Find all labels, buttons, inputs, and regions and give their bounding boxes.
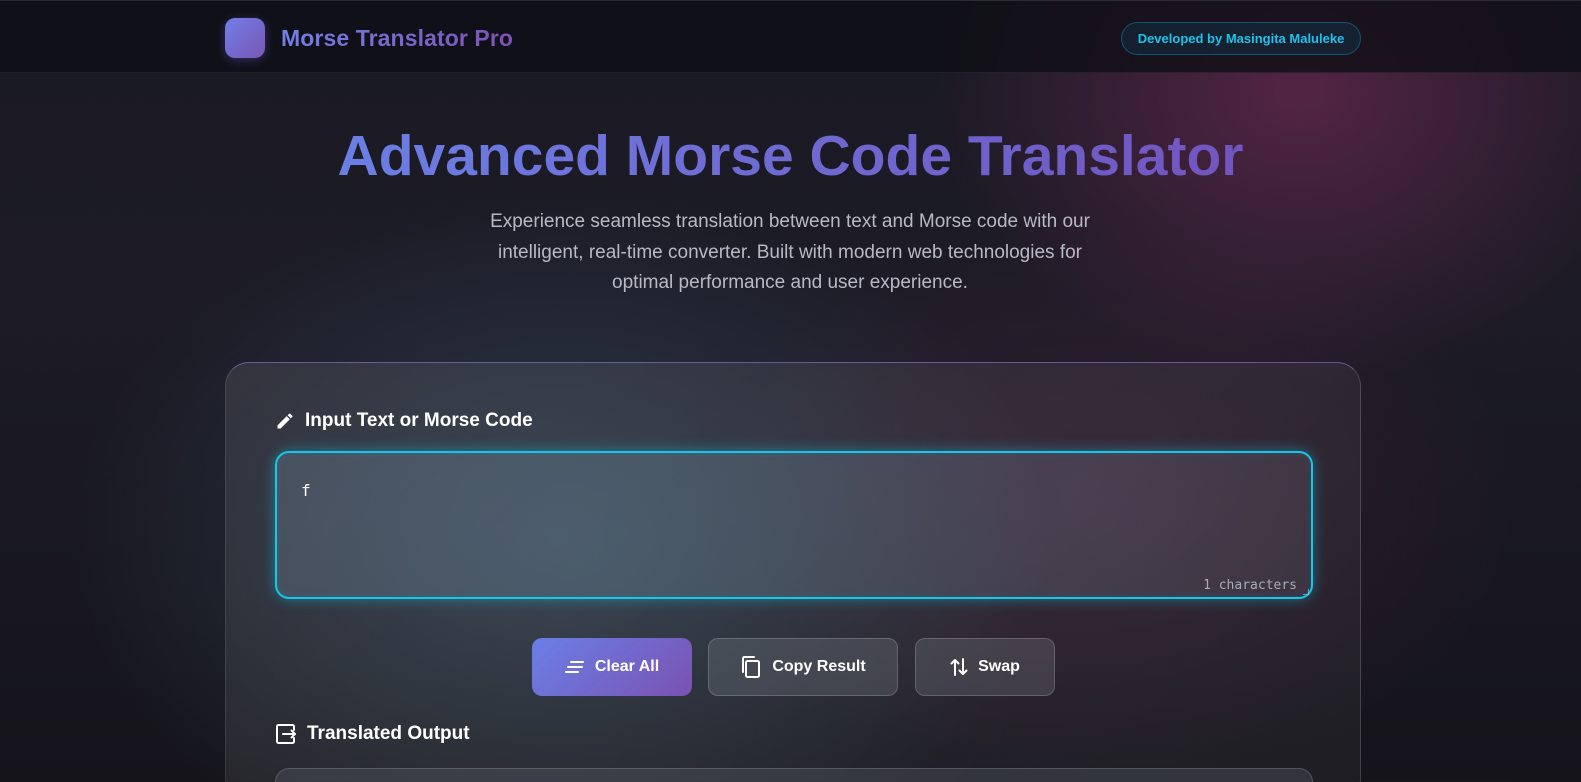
- brand[interactable]: Morse Translator Pro: [225, 18, 513, 58]
- input-value[interactable]: f: [301, 481, 311, 500]
- developer-badge: Developed by Masingita Maluleke: [1121, 22, 1361, 55]
- app-logo-icon: [225, 18, 265, 58]
- pencil-icon: [277, 413, 293, 429]
- page-subtitle: Experience seamless translation between …: [490, 211, 1090, 293]
- swap-button[interactable]: Swap: [915, 638, 1055, 696]
- character-count: 1 characters: [1203, 578, 1297, 593]
- output-section-label: Translated Output: [275, 723, 470, 745]
- clear-all-button[interactable]: Clear All: [532, 638, 692, 696]
- resize-handle[interactable]: [1303, 589, 1309, 595]
- output-box[interactable]: [275, 768, 1313, 782]
- top-navbar: Morse Translator Pro Developed by Masing…: [0, 0, 1581, 73]
- copy-result-button[interactable]: Copy Result: [708, 638, 898, 696]
- clear-lines-icon: [564, 661, 584, 673]
- swap-arrows-icon: [950, 658, 968, 676]
- input-textarea[interactable]: f 1 characters: [275, 451, 1313, 599]
- page-title: Advanced Morse Code Translator: [337, 124, 1244, 188]
- copy-icon: [742, 656, 761, 678]
- app-name: Morse Translator Pro: [281, 24, 514, 51]
- translator-card: Input Text or Morse Code f 1 characters …: [225, 362, 1361, 782]
- input-section-label: Input Text or Morse Code: [275, 410, 533, 432]
- export-icon: [276, 724, 296, 744]
